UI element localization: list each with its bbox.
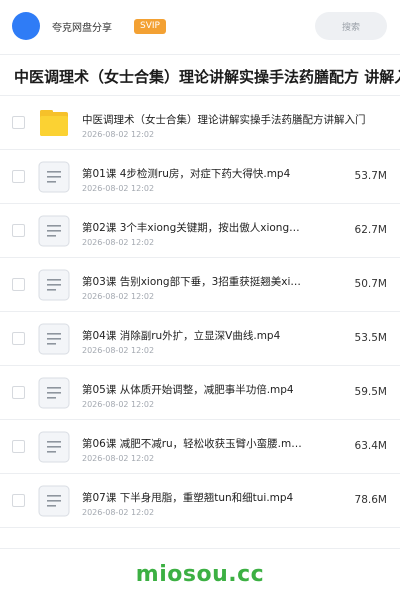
- item-date: 2026-08-02 12:02: [82, 346, 155, 355]
- item-date: 2026-08-02 12:02: [82, 184, 155, 193]
- list-item[interactable]: 第03课 告别xiong部下垂，3招重获挺翘美xiong.mp4 2026-08-…: [0, 258, 400, 312]
- avatar[interactable]: [12, 12, 40, 40]
- watermark: miosou.cc: [135, 562, 265, 587]
- video-file-icon: [38, 377, 70, 409]
- page: 夸克网盘分享 SVIP 搜索 中医调理术（女士合集）理论讲解实操手法药膳配方 讲…: [0, 0, 400, 600]
- list-item[interactable]: 第06课 减肥不减ru，轻松收获玉臂小蛮腰.mp4 2026-08-02 12:0…: [0, 420, 400, 474]
- title-band: 中医调理术（女士合集）理论讲解实操手法药膳配方 讲解入门: [0, 54, 400, 96]
- list-item[interactable]: 第02课 3个丰xiong关键期，按出傲人xiong型.mp4 2026-08-0…: [0, 204, 400, 258]
- file-list: 中医调理术（女士合集）理论讲解实操手法药膳配方讲解入门 2026-08-02 12…: [0, 96, 400, 528]
- item-name[interactable]: 第03课 告别xiong部下垂，3招重获挺翘美xiong.mp4: [82, 274, 304, 289]
- item-date: 2026-08-02 12:02: [82, 238, 155, 247]
- video-file-icon: [38, 269, 70, 301]
- item-name[interactable]: 第04课 消除副ru外扩，立显深V曲线.mp4: [82, 328, 304, 343]
- select-checkbox[interactable]: [12, 170, 25, 183]
- item-date: 2026-08-02 12:02: [82, 400, 155, 409]
- item-size: 62.7M: [354, 224, 387, 236]
- item-name[interactable]: 第05课 从体质开始调整，减肥事半功倍.mp4: [82, 382, 304, 397]
- item-size: 78.6M: [354, 494, 387, 506]
- search-button[interactable]: 搜索: [315, 12, 387, 40]
- item-name[interactable]: 中医调理术（女士合集）理论讲解实操手法药膳配方讲解入门: [82, 112, 372, 127]
- select-checkbox[interactable]: [12, 494, 25, 507]
- folder-icon: [38, 107, 70, 139]
- item-name[interactable]: 第07课 下半身甩脂，重塑翘tun和细tui.mp4: [82, 490, 304, 505]
- item-size: 59.5M: [354, 386, 387, 398]
- item-size: 63.4M: [354, 440, 387, 452]
- list-item[interactable]: 第07课 下半身甩脂，重塑翘tun和细tui.mp4 2026-08-02 12:…: [0, 474, 400, 528]
- page-title: 中医调理术（女士合集）理论讲解实操手法药膳配方 讲解入门: [14, 68, 400, 86]
- list-item[interactable]: 中医调理术（女士合集）理论讲解实操手法药膳配方讲解入门 2026-08-02 12…: [0, 96, 400, 150]
- item-date: 2026-08-02 12:02: [82, 454, 155, 463]
- list-item[interactable]: 第01课 4步检测ru房，对症下药大得快.mp4 2026-08-02 12:02…: [0, 150, 400, 204]
- item-name[interactable]: 第06课 减肥不减ru，轻松收获玉臂小蛮腰.mp4: [82, 436, 304, 451]
- video-file-icon: [38, 431, 70, 463]
- select-checkbox[interactable]: [12, 278, 25, 291]
- item-name[interactable]: 第02课 3个丰xiong关键期，按出傲人xiong型.mp4: [82, 220, 304, 235]
- list-item[interactable]: 第05课 从体质开始调整，减肥事半功倍.mp4 2026-08-02 12:02 5…: [0, 366, 400, 420]
- item-name[interactable]: 第01课 4步检测ru房，对症下药大得快.mp4: [82, 166, 304, 181]
- footer: miosou.cc: [0, 548, 400, 600]
- select-checkbox[interactable]: [12, 116, 25, 129]
- video-file-icon: [38, 215, 70, 247]
- select-checkbox[interactable]: [12, 440, 25, 453]
- select-checkbox[interactable]: [12, 386, 25, 399]
- app-name: 夸克网盘分享: [52, 22, 112, 34]
- item-date: 2026-08-02 12:02: [82, 508, 155, 517]
- item-size: 53.5M: [354, 332, 387, 344]
- video-file-icon: [38, 323, 70, 355]
- video-file-icon: [38, 485, 70, 517]
- vip-badge: SVIP: [134, 18, 166, 34]
- header: 夸克网盘分享 SVIP 搜索: [0, 0, 400, 52]
- select-checkbox[interactable]: [12, 332, 25, 345]
- item-date: 2026-08-02 12:02: [82, 130, 155, 139]
- item-size: 50.7M: [354, 278, 387, 290]
- video-file-icon: [38, 161, 70, 193]
- select-checkbox[interactable]: [12, 224, 25, 237]
- item-date: 2026-08-02 12:02: [82, 292, 155, 301]
- list-item[interactable]: 第04课 消除副ru外扩，立显深V曲线.mp4 2026-08-02 12:02 5…: [0, 312, 400, 366]
- item-size: 53.7M: [354, 170, 387, 182]
